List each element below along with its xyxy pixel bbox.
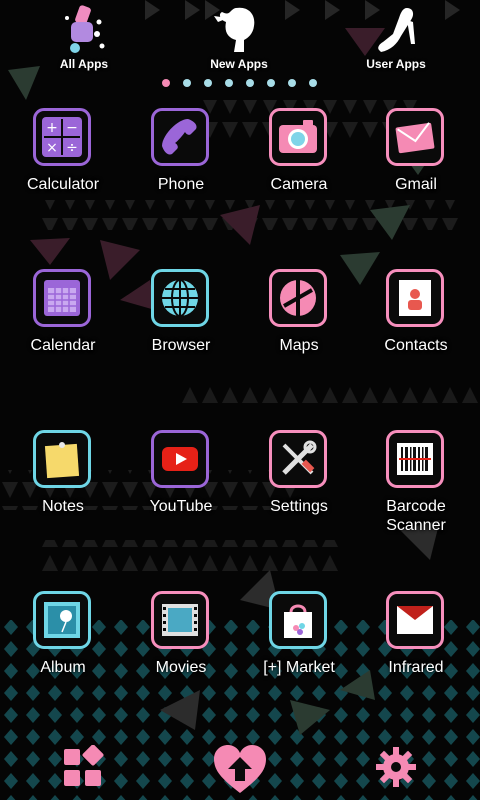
heart-home-icon — [214, 745, 266, 793]
settings-button[interactable] — [374, 745, 418, 789]
film-icon — [162, 604, 198, 636]
sticky-note-icon — [44, 442, 80, 479]
app-label: Maps — [279, 337, 319, 354]
shopping-bag-icon — [284, 604, 312, 638]
app-label: Camera — [270, 176, 328, 193]
app-label: Browser — [151, 337, 211, 354]
app-settings[interactable]: Settings — [240, 430, 358, 540]
app-label: Calculator — [26, 176, 100, 193]
barcode-icon — [397, 443, 433, 475]
app-label: Album — [40, 659, 86, 676]
app-movies[interactable]: Movies — [122, 591, 240, 701]
icon-frame — [151, 430, 209, 488]
tab-all-apps[interactable]: All Apps — [29, 0, 139, 80]
home-button[interactable] — [212, 743, 268, 795]
app-infrared[interactable]: Infrared — [357, 591, 475, 701]
app-phone[interactable]: Phone — [122, 108, 240, 218]
app-drawer-icon — [64, 744, 104, 786]
app-label: YouTube — [149, 498, 213, 515]
app-market[interactable]: [+] Market — [240, 591, 358, 701]
app-label: Barcode Scanner — [386, 498, 446, 534]
page-dot — [225, 79, 233, 87]
app-album[interactable]: Album — [4, 591, 122, 701]
map-pin-icon — [280, 280, 316, 316]
icon-frame — [386, 269, 444, 327]
play-button-icon — [162, 447, 198, 471]
icon-frame — [151, 108, 209, 166]
icon-frame: + − × ÷ — [33, 108, 91, 166]
app-gmail[interactable]: Gmail — [357, 108, 475, 218]
icon-frame — [269, 591, 327, 649]
icon-frame — [386, 591, 444, 649]
tab-label: User Apps — [366, 57, 426, 71]
contact-card-icon — [399, 280, 431, 316]
tab-label: New Apps — [210, 57, 268, 71]
app-calculator[interactable]: + − × ÷ Calculator — [4, 108, 122, 218]
tab-user-apps[interactable]: User Apps — [341, 0, 451, 80]
page-dot — [162, 79, 170, 87]
page-dot — [246, 79, 254, 87]
app-label: [+] Market — [263, 659, 335, 676]
app-browser[interactable]: Browser — [122, 269, 240, 379]
tab-label: All Apps — [59, 57, 109, 71]
envelope-icon — [395, 122, 435, 154]
icon-frame — [33, 430, 91, 488]
calendar-icon — [44, 280, 80, 316]
gear-icon — [376, 747, 416, 787]
phone-handset-icon — [162, 119, 197, 155]
app-notes[interactable]: Notes — [4, 430, 122, 540]
infrared-envelope-icon — [397, 606, 433, 634]
app-maps[interactable]: Maps — [240, 269, 358, 379]
top-tab-bar: All Apps New Apps User Apps — [0, 0, 480, 80]
app-label: Phone — [157, 176, 205, 193]
app-drawer-button[interactable] — [60, 744, 104, 789]
icon-frame — [386, 108, 444, 166]
svg-text:+: + — [46, 120, 58, 136]
icon-frame — [151, 269, 209, 327]
svg-text:−: − — [66, 120, 78, 136]
app-label: Calendar — [30, 337, 96, 354]
page-dot — [288, 79, 296, 87]
icon-frame — [33, 269, 91, 327]
camera-icon — [279, 120, 317, 153]
icon-frame — [33, 591, 91, 649]
page-dot — [183, 79, 191, 87]
app-youtube[interactable]: YouTube — [122, 430, 240, 540]
photo-icon — [44, 602, 80, 638]
app-label: Settings — [270, 498, 328, 515]
icon-frame — [269, 269, 327, 327]
svg-text:÷: ÷ — [66, 140, 78, 156]
app-label: Infrared — [388, 659, 444, 676]
app-label: Notes — [42, 498, 84, 515]
woman-silhouette-icon — [214, 4, 264, 56]
icon-frame — [151, 591, 209, 649]
globe-icon — [162, 279, 198, 317]
nail-polish-icon — [59, 4, 109, 56]
tools-icon — [282, 440, 317, 475]
calculator-icon: + − × ÷ — [42, 117, 82, 157]
icon-frame — [386, 430, 444, 488]
app-label: Movies — [155, 659, 207, 676]
tab-new-apps[interactable]: New Apps — [184, 0, 294, 80]
app-calendar[interactable]: Calendar — [4, 269, 122, 379]
page-dot — [204, 79, 212, 87]
app-contacts[interactable]: Contacts — [357, 269, 475, 379]
app-camera[interactable]: Camera — [240, 108, 358, 218]
page-dot — [267, 79, 275, 87]
page-dot — [309, 79, 317, 87]
app-barcode-scanner[interactable]: Barcode Scanner — [357, 430, 475, 540]
app-label: Contacts — [384, 337, 448, 354]
icon-frame — [269, 430, 327, 488]
page-indicator — [0, 79, 480, 89]
svg-text:×: × — [46, 140, 58, 156]
icon-frame — [269, 108, 327, 166]
app-label: Gmail — [395, 176, 437, 193]
high-heel-shoe-icon — [371, 4, 421, 56]
